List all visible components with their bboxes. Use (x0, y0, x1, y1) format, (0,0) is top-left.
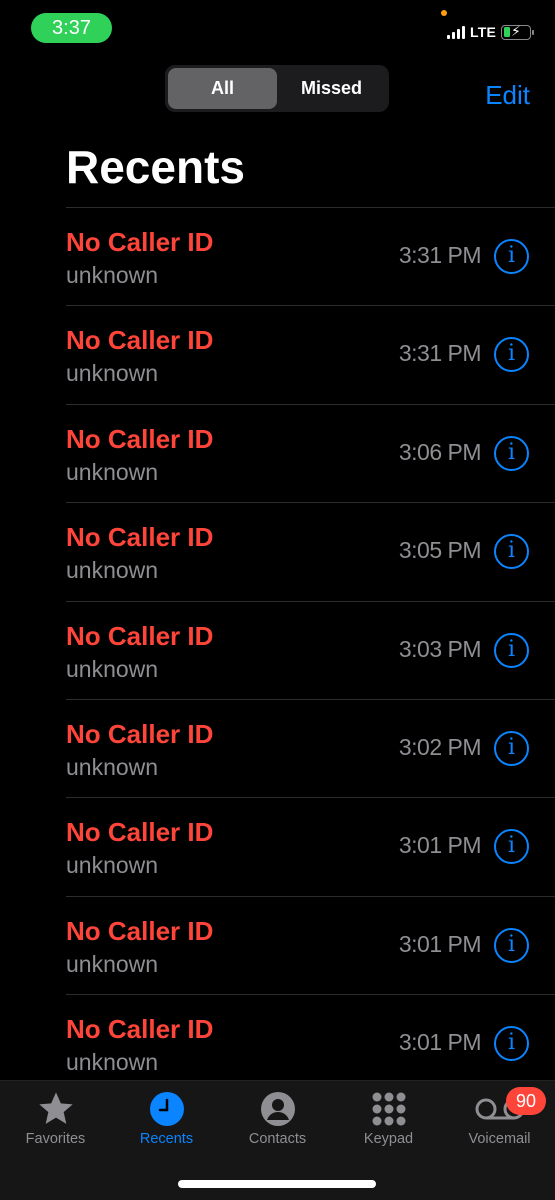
info-icon[interactable]: i (494, 1026, 529, 1062)
call-time: 3:01 PM (398, 1029, 482, 1056)
caller-name: No Caller ID (66, 620, 214, 651)
caller-name: No Caller ID (66, 522, 214, 553)
charging-bolt-icon: ⚡ (511, 22, 521, 39)
caller-label: unknown (66, 360, 159, 387)
caller-name: No Caller ID (66, 817, 214, 848)
keypad-icon (333, 1089, 444, 1129)
caller-name: No Caller ID (66, 718, 214, 749)
tab-recents[interactable]: Recents (111, 1089, 222, 1147)
clock-icon (111, 1089, 222, 1129)
recents-list: No Caller ID unknown 3:31 PM i No Caller… (66, 207, 555, 1094)
call-time: 3:06 PM (398, 438, 482, 465)
info-icon[interactable]: i (494, 534, 529, 570)
info-icon[interactable]: i (494, 632, 529, 668)
network-type: LTE (469, 24, 496, 40)
tab-label: Voicemail (468, 1131, 531, 1147)
tab-keypad[interactable]: Keypad (333, 1089, 444, 1147)
tab-voicemail[interactable]: 90 Voicemail (444, 1087, 555, 1147)
call-row[interactable]: No Caller ID unknown 3:01 PM i (66, 798, 555, 897)
call-time: 3:01 PM (398, 832, 482, 859)
caller-name: No Caller ID (66, 227, 214, 257)
tab-label: Keypad (363, 1131, 414, 1147)
caller-name: No Caller ID (66, 423, 214, 454)
caller-label: unknown (66, 1049, 159, 1076)
tab-contacts[interactable]: Contacts (222, 1089, 333, 1147)
caller-label: unknown (66, 950, 159, 977)
tab-label: Contacts (248, 1131, 307, 1147)
edit-button[interactable]: Edit (485, 80, 530, 111)
call-time: 3:05 PM (398, 537, 482, 564)
status-icons: LTE ⚡ (446, 22, 534, 40)
signal-icon (446, 25, 465, 39)
caller-label: unknown (66, 557, 159, 584)
info-icon[interactable]: i (494, 829, 529, 865)
caller-label: unknown (66, 753, 159, 780)
star-icon (0, 1089, 111, 1129)
caller-label: unknown (66, 262, 159, 288)
call-row[interactable]: No Caller ID unknown 3:31 PM i (66, 306, 555, 405)
caller-name: No Caller ID (66, 325, 214, 356)
voicemail-badge: 90 (506, 1087, 546, 1115)
call-row[interactable]: No Caller ID unknown 3:01 PM i (66, 995, 555, 1094)
caller-label: unknown (66, 655, 159, 682)
tab-label: Favorites (25, 1131, 86, 1147)
caller-label: unknown (66, 458, 159, 485)
call-row[interactable]: No Caller ID unknown 3:03 PM i (66, 602, 555, 700)
tab-label: Recents (139, 1131, 194, 1147)
filter-segmented-control: All Missed (165, 65, 389, 112)
status-bar: 3:37 LTE ⚡ (0, 0, 555, 56)
call-time: 3:31 PM (398, 340, 482, 367)
privacy-indicator-dot (441, 10, 447, 16)
call-row[interactable]: No Caller ID unknown 3:01 PM i (66, 897, 555, 996)
info-icon[interactable]: i (494, 927, 529, 963)
person-circle-icon (222, 1089, 333, 1129)
segment-missed[interactable]: Missed (277, 68, 386, 109)
call-time: 3:03 PM (398, 635, 482, 662)
home-indicator[interactable] (178, 1180, 376, 1188)
call-row[interactable]: No Caller ID unknown 3:31 PM i (66, 208, 555, 307)
caller-name: No Caller ID (66, 915, 214, 946)
call-time: 3:01 PM (398, 930, 482, 957)
call-row[interactable]: No Caller ID unknown 3:02 PM i (66, 700, 555, 799)
tab-favorites[interactable]: Favorites (0, 1089, 111, 1147)
call-time: 3:31 PM (398, 242, 482, 268)
info-icon[interactable]: i (494, 435, 529, 471)
segment-all[interactable]: All (168, 68, 277, 109)
caller-name: No Caller ID (66, 1014, 214, 1045)
call-row[interactable]: No Caller ID unknown 3:06 PM i (66, 405, 555, 504)
battery-icon: ⚡ (501, 22, 534, 40)
call-row[interactable]: No Caller ID unknown 3:05 PM i (66, 503, 555, 602)
status-time[interactable]: 3:37 (31, 13, 112, 43)
info-icon[interactable]: i (494, 337, 529, 373)
info-icon[interactable]: i (494, 239, 529, 274)
caller-label: unknown (66, 852, 159, 879)
info-icon[interactable]: i (494, 730, 529, 766)
page-title: Recents (66, 141, 245, 193)
call-time: 3:02 PM (398, 733, 482, 760)
